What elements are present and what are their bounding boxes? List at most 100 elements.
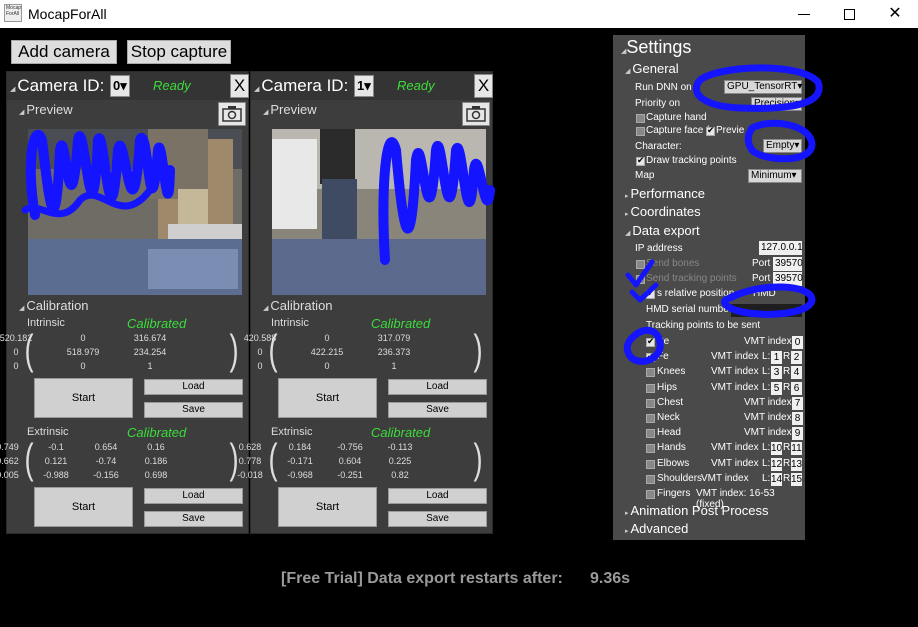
intrinsic-load-button[interactable]: Load [388, 379, 487, 395]
matrix-cell: 0 [80, 361, 86, 371]
character-dropdown[interactable]: Empty▾ [763, 139, 802, 153]
intrinsic-save-button[interactable]: Save [388, 402, 487, 418]
tracking-point-checkbox[interactable] [646, 444, 655, 454]
extrinsic-load-button[interactable]: Load [388, 488, 487, 504]
vmt-index-input[interactable]: 7 [792, 396, 803, 410]
relative-position-label: s relative position [657, 288, 735, 299]
tracking-point-checkbox[interactable] [646, 398, 655, 408]
port-bones-input[interactable]: 39570 [773, 257, 803, 271]
intrinsic-load-button[interactable]: Load [144, 379, 243, 395]
add-camera-button[interactable]: Add camera [11, 40, 117, 64]
camera-preview-image [272, 129, 486, 295]
vmt-index-input[interactable]: 9 [792, 427, 803, 441]
vmt-left-input[interactable]: 1 [771, 351, 782, 365]
tracking-point-name: Neck [657, 412, 680, 423]
extrinsic-save-button[interactable]: Save [144, 511, 243, 527]
priority-dropdown[interactable]: Precision▾ [751, 97, 802, 111]
camera-header: ◢ Camera ID: 1▾ Ready X [251, 72, 493, 100]
settings-title-label: Settings [626, 37, 692, 57]
camera-preview [272, 129, 486, 295]
snapshot-button[interactable] [462, 102, 490, 126]
section-performance[interactable]: ▸ Performance [625, 186, 707, 201]
section-coordinates[interactable]: ▸ Coordinates [625, 204, 703, 219]
vmt-left-input[interactable]: 10 [771, 442, 782, 456]
tracking-point-checkbox[interactable] [646, 429, 655, 439]
relative-position-checkbox[interactable] [646, 288, 655, 299]
camera-id-dropdown[interactable]: 0▾ [110, 75, 130, 97]
section-coordinates-label: Coordinates [630, 204, 701, 219]
vmt-right-input[interactable]: 13 [791, 457, 802, 471]
tracking-point-checkbox[interactable] [646, 383, 655, 393]
map-dropdown[interactable]: Minimum▾ [748, 169, 802, 183]
stop-capture-button[interactable]: Stop capture [127, 40, 231, 64]
extrinsic-start-button[interactable]: Start [34, 487, 133, 527]
camera-preview-image [28, 129, 242, 295]
vmt-right-input[interactable]: 15 [791, 472, 802, 486]
extrinsic-start-button[interactable]: Start [278, 487, 377, 527]
tracking-point-checkbox[interactable] [646, 459, 655, 469]
vmt-right-input[interactable]: 2 [791, 351, 802, 365]
capture-face-checkbox[interactable] [636, 127, 645, 136]
section-data-export-label: Data export [632, 223, 700, 238]
vmt-right-input[interactable]: 11 [791, 442, 802, 456]
section-animation-post-process[interactable]: ▸ Animation Post Process [625, 503, 769, 518]
tracking-point-checkbox[interactable] [646, 368, 655, 378]
preview-section[interactable]: ◢ Preview [19, 102, 73, 117]
tracking-point-checkbox[interactable] [646, 474, 655, 484]
intrinsic-save-button[interactable]: Save [144, 402, 243, 418]
tracking-point-checkbox[interactable] [646, 336, 655, 347]
vmt-right-input[interactable]: 4 [791, 366, 802, 380]
minimize-button[interactable] [790, 3, 820, 25]
minimize-icon [798, 14, 810, 15]
face-preview-checkbox[interactable] [706, 125, 715, 136]
tracking-point-name: Hands [657, 442, 686, 454]
vmt-left-label: L: [762, 351, 771, 363]
camera-title[interactable]: ◢ Camera ID: [10, 76, 104, 96]
preview-section[interactable]: ◢ Preview [263, 102, 317, 117]
run-dnn-dropdown[interactable]: GPU_TensorRT▾ [724, 80, 802, 94]
calibration-label: Calibration [26, 298, 89, 313]
tracking-point-checkbox[interactable] [646, 490, 655, 499]
vmt-left-input[interactable]: 5 [771, 381, 782, 395]
tracking-point-checkbox[interactable] [646, 414, 655, 423]
snapshot-button[interactable] [218, 102, 246, 126]
calibration-section[interactable]: ◢ Calibration [263, 298, 333, 313]
hmd-serial-input[interactable] [731, 304, 802, 317]
calibration-section[interactable]: ◢ Calibration [19, 298, 89, 313]
draw-tracking-checkbox[interactable] [636, 155, 645, 166]
camera-id-dropdown[interactable]: 1▾ [354, 75, 374, 97]
extrinsic-load-button[interactable]: Load [144, 488, 243, 504]
vmt-left-input[interactable]: 3 [771, 366, 782, 380]
tracking-point-name: Hips [657, 381, 678, 393]
intrinsic-start-button[interactable]: Start [34, 378, 133, 418]
tracking-point-checkbox[interactable] [646, 351, 655, 363]
vmt-right-input[interactable]: 6 [791, 381, 802, 395]
intrinsic-start-button[interactable]: Start [278, 378, 377, 418]
vmt-left-input[interactable]: 14 [771, 472, 782, 486]
capture-hand-checkbox[interactable] [636, 114, 645, 123]
tracking-point-name: Chest [657, 396, 684, 408]
send-tracking-checkbox[interactable] [636, 275, 645, 284]
vmt-left-input[interactable]: 12 [771, 457, 782, 471]
close-window-button[interactable]: ✕ [880, 3, 910, 25]
send-bones-checkbox[interactable] [636, 260, 645, 269]
settings-title[interactable]: ◢Settings [621, 37, 691, 58]
section-data-export[interactable]: ◢ Data export [625, 223, 700, 238]
tracking-points-label: Tracking points to be sent [646, 320, 761, 331]
matrix-cell: 0.82 [391, 470, 409, 480]
section-advanced[interactable]: ▸ Advanced [625, 521, 691, 536]
ip-address-input[interactable]: 127.0.0.1 [759, 241, 803, 255]
extrinsic-save-button[interactable]: Save [388, 511, 487, 527]
vmt-index-input[interactable]: 0 [792, 336, 803, 349]
port-tracking-input[interactable]: 39570 [773, 272, 803, 286]
port-tracking-label: Port [752, 273, 771, 284]
section-general[interactable]: ◢ General [625, 61, 679, 76]
matrix-right-paren: ) [473, 326, 483, 373]
camera-title[interactable]: ◢ Camera ID: [254, 76, 348, 96]
collapse-triangle-icon: ◢ [263, 305, 269, 312]
close-camera-button[interactable]: X [474, 74, 493, 98]
close-camera-button[interactable]: X [230, 74, 249, 98]
vmt-index-input[interactable]: 8 [792, 412, 803, 425]
tracking-point-name: Shoulders [657, 472, 703, 484]
maximize-button[interactable] [835, 3, 865, 25]
